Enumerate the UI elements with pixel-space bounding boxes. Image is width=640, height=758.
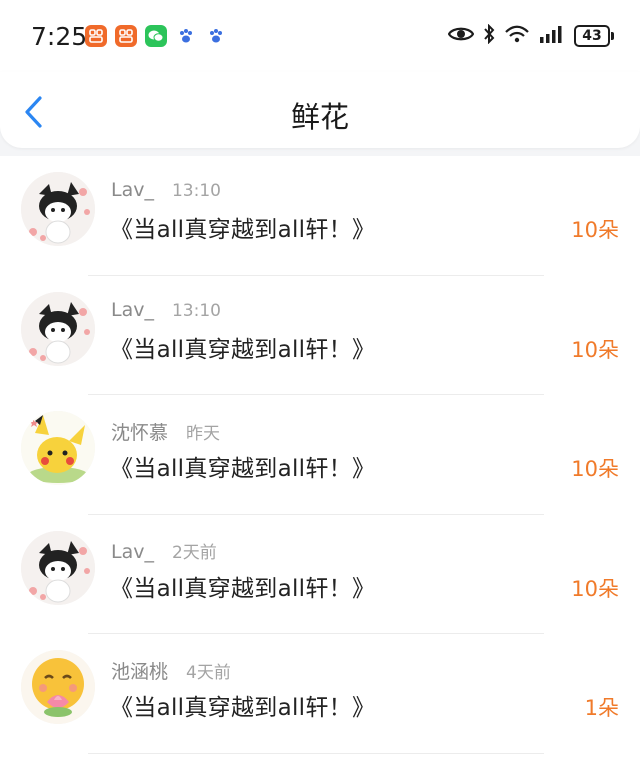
timestamp: 13:10 — [171, 300, 221, 321]
page-title: 鲜花 — [290, 100, 349, 134]
wifi-icon — [504, 24, 530, 48]
kuromi-avatar[interactable] — [21, 291, 95, 366]
username[interactable]: 池涵桃 — [111, 657, 168, 684]
paw-icon — [205, 25, 227, 47]
flower-count: 10朵 — [571, 337, 619, 362]
status-bar: 7:25 43 — [0, 0, 640, 72]
list-item[interactable]: 池涵桃 4天前 《当all真穿越到all轩！》 1朵 — [0, 634, 640, 754]
book-title[interactable]: 《当all真穿越到all轩！》 — [110, 688, 375, 722]
timestamp: 13:10 — [171, 181, 221, 201]
kuromi-avatar[interactable] — [21, 530, 95, 605]
pikachu-avatar[interactable] — [21, 411, 95, 485]
battery-icon: 43 — [574, 25, 614, 47]
status-time: 7:25 — [31, 22, 88, 51]
list-item[interactable]: 沈怀慕 昨天 《当all真穿越到all轩！》 10朵 — [0, 395, 640, 515]
list-item[interactable]: Lav_ 13:10 《当all真穿越到all轩！》 10朵 — [0, 276, 640, 395]
timestamp: 4天前 — [186, 663, 231, 683]
flower-count: 10朵 — [571, 576, 619, 601]
flower-record-list: Lav_ 13:10 《当all真穿越到all轩！》 10朵 Lav_ 13:1… — [0, 156, 640, 758]
flower-count: 10朵 — [571, 218, 619, 242]
username[interactable]: 沈怀慕 — [111, 418, 168, 445]
book-title[interactable]: 《当all真穿越到all轩！》 — [110, 449, 375, 483]
eye-icon — [447, 25, 475, 47]
list-item[interactable]: Lav_ 13:10 《当all真穿越到all轩！》 10朵 — [0, 156, 640, 276]
wechat-icon — [145, 25, 167, 47]
book-title[interactable]: 《当all真穿越到all轩！》 — [110, 569, 375, 603]
notification-icons — [85, 25, 227, 47]
username[interactable]: Lav_ — [111, 179, 154, 201]
app-notification-icon — [85, 25, 107, 47]
book-title[interactable]: 《当all真穿越到all轩！》 — [110, 210, 375, 244]
timestamp: 2天前 — [171, 542, 217, 563]
list-item[interactable]: Lav_ 2天前 《当all真穿越到all轩！》 10朵 — [0, 515, 640, 634]
flower-count: 10朵 — [571, 457, 619, 481]
emoji-avatar[interactable] — [21, 650, 95, 724]
system-icons: 43 — [447, 23, 614, 48]
book-title[interactable]: 《当all真穿越到all轩！》 — [110, 330, 375, 364]
paw-icon — [175, 25, 197, 47]
username[interactable]: Lav_ — [111, 299, 154, 321]
timestamp: 昨天 — [186, 424, 221, 444]
flower-count: 1朵 — [584, 696, 619, 720]
username[interactable]: Lav_ — [111, 541, 154, 563]
kuromi-avatar[interactable] — [21, 172, 95, 246]
nav-header: 鲜花 — [0, 72, 640, 148]
signal-icon — [539, 25, 565, 47]
app-notification-icon — [115, 25, 137, 47]
bluetooth-icon — [483, 23, 495, 48]
divider — [88, 752, 544, 754]
